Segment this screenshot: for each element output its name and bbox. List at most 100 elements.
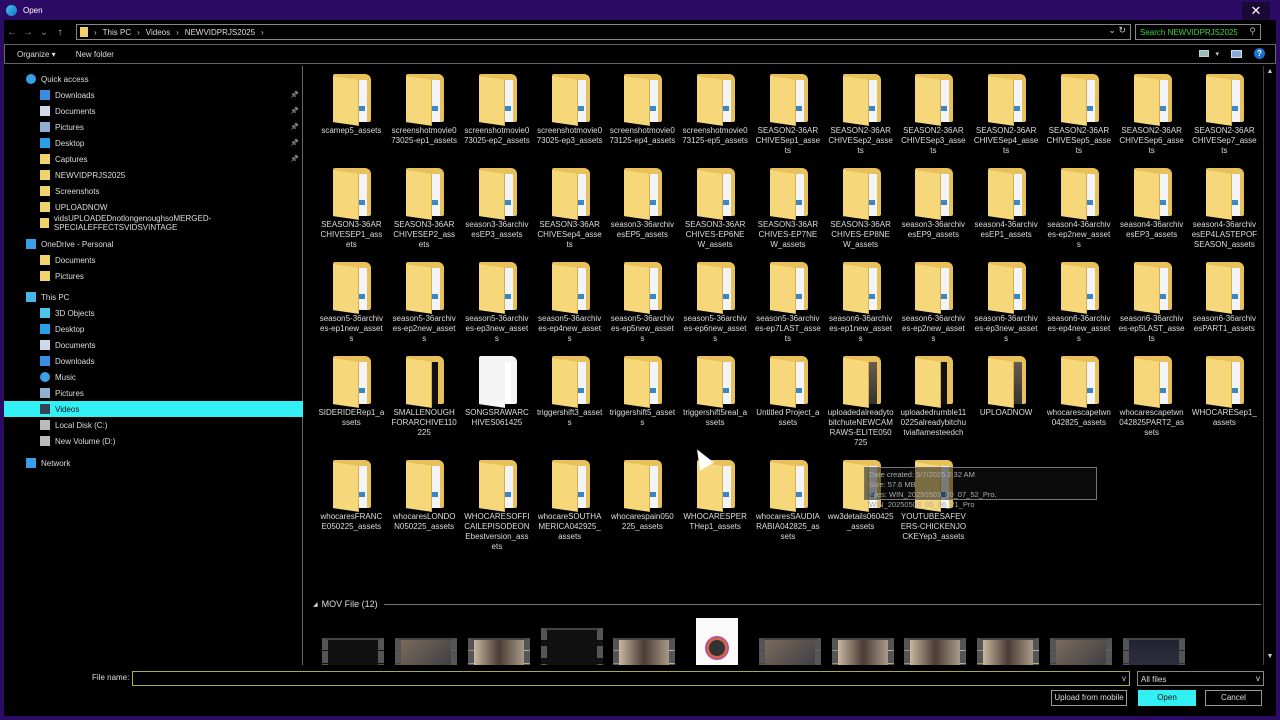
folder-item[interactable]: SEASON2-36ARCHIVESep3_assets <box>897 72 970 166</box>
address-bar[interactable]: › This PC › Videos › NEWVIDPRJS2025 › ⌄ … <box>76 24 1131 40</box>
change-view-icon[interactable] <box>1199 50 1210 57</box>
mov-file-item[interactable] <box>826 618 899 665</box>
sidebar-item-uploadnow[interactable]: UPLOADNOW <box>4 199 303 215</box>
mov-file-item[interactable] <box>681 618 754 665</box>
mov-file-item[interactable] <box>1117 618 1190 665</box>
refresh-button[interactable]: ⌄ ↻ <box>1108 25 1126 36</box>
folder-item[interactable]: season3-36archivesEP9_assets <box>897 166 970 260</box>
pin-icon[interactable]: 📌 <box>290 107 299 115</box>
view-options-chevron-icon[interactable]: ▾ <box>1215 50 1219 58</box>
pin-icon[interactable]: 📌 <box>290 91 299 99</box>
sidebar-item-downloads[interactable]: Downloads <box>4 353 303 369</box>
sidebar-item-captures[interactable]: Captures 📌 <box>4 151 303 167</box>
sidebar-item-music[interactable]: Music <box>4 369 303 385</box>
folder-item[interactable]: whocaresSAUDIARABIA042825_assets <box>752 458 825 562</box>
sidebar-item-pictures[interactable]: Pictures <box>4 385 303 401</box>
breadcrumb-videos[interactable]: Videos <box>146 28 170 37</box>
folder-item[interactable]: uploadedrumble110225alreadybitchutviafla… <box>897 354 970 458</box>
folder-item[interactable]: screenshotmovie073025-ep1_assets <box>388 72 461 166</box>
sidebar-item-new-volume-d[interactable]: New Volume (D:) <box>4 433 303 449</box>
folder-item[interactable]: WHOCARESPERTHep1_assets <box>679 458 752 562</box>
folder-item[interactable]: screenshotmovie073125-ep4_assets <box>606 72 679 166</box>
up-button[interactable]: ↑ <box>52 27 68 38</box>
file-name-dropdown-icon[interactable]: v <box>1118 671 1130 686</box>
folder-item[interactable]: SEASON3-36ARCHIVES-EP8NEW_assets <box>824 166 897 260</box>
back-button[interactable]: ← <box>4 27 20 38</box>
folder-item[interactable]: SONGSRAWARCHIVES061425 <box>461 354 534 458</box>
sidebar-item-desktop[interactable]: Desktop <box>4 321 303 337</box>
sidebar-item-videos[interactable]: Videos <box>4 401 303 417</box>
sidebar-item-documents[interactable]: Documents <box>4 337 303 353</box>
scroll-down-icon[interactable]: ▼ <box>1265 653 1275 663</box>
mov-file-item[interactable] <box>899 618 972 665</box>
file-type-select[interactable]: All files v <box>1137 671 1264 686</box>
folder-item[interactable]: season4-36archivesEP3_assets <box>1115 166 1188 260</box>
mov-file-item[interactable] <box>463 618 536 665</box>
pin-icon[interactable]: 📌 <box>290 139 299 147</box>
organize-button[interactable]: Organize ▾ <box>17 50 56 59</box>
collapse-icon[interactable]: ◢ <box>313 601 318 608</box>
breadcrumb-newvidprjs2025[interactable]: NEWVIDPRJS2025 <box>185 28 255 37</box>
mov-file-item[interactable] <box>972 618 1045 665</box>
sidebar-item-local-disk-c[interactable]: Local Disk (C:) <box>4 417 303 433</box>
pin-icon[interactable]: 📌 <box>290 155 299 163</box>
folder-item[interactable]: UPLOADNOW <box>970 354 1043 458</box>
forward-button[interactable]: → <box>20 27 36 38</box>
folder-item[interactable]: SEASON3-36ARCHIVESEP1_assets <box>315 166 388 260</box>
sidebar-item-quick-access[interactable]: Quick access <box>4 71 303 87</box>
folder-item[interactable]: whocarescapetwn042825PART2_assets <box>1115 354 1188 458</box>
folder-item[interactable]: whocaresFRANCE050225_assets <box>315 458 388 562</box>
folder-item[interactable]: whocareSOUTHAMERICA042925_assets <box>533 458 606 562</box>
folder-item[interactable]: SEASON3-36ARCHIVES-EP6NEW_assets <box>679 166 752 260</box>
file-name-input[interactable] <box>132 671 1130 686</box>
search-input[interactable]: Search NEWVIDPRJS2025 ⚲ <box>1135 24 1261 40</box>
folder-item[interactable]: season6-36archives-ep2new_assets <box>897 260 970 354</box>
folder-item[interactable]: WHOCARESOFFICAILEPISODEONEbestversion_as… <box>461 458 534 562</box>
folder-item[interactable]: season4-36archivesEP1_assets <box>970 166 1043 260</box>
close-button[interactable]: ✕ <box>1242 2 1270 20</box>
folder-item[interactable]: SEASON3-36ARCHIVESEP2_assets <box>388 166 461 260</box>
breadcrumb-this-pc[interactable]: This PC <box>103 28 131 37</box>
cancel-button[interactable]: Cancel <box>1205 690 1262 706</box>
folder-item[interactable]: whocarescapetwn042825_assets <box>1043 354 1116 458</box>
folder-item[interactable]: season5-36archives-ep4new_assets <box>533 260 606 354</box>
folder-item[interactable]: season6-36archivesPART1_assets <box>1188 260 1261 354</box>
folder-item[interactable]: season5-36archives-ep3new_assets <box>461 260 534 354</box>
sidebar-item-this-pc[interactable]: This PC <box>4 289 303 305</box>
folder-item[interactable]: screenshotmovie073125-ep5_assets <box>679 72 752 166</box>
folder-item[interactable]: scamep5_assets <box>315 72 388 166</box>
folder-item[interactable]: season5-36archives-ep7LAST_assets <box>752 260 825 354</box>
open-button[interactable]: Open <box>1138 690 1196 706</box>
folder-item[interactable]: season3-36archivesEP3_assets <box>461 166 534 260</box>
folder-item[interactable]: season5-36archives-ep1new_assets <box>315 260 388 354</box>
folder-item[interactable]: season4-36archivesEP4LASTEPOFSEASON_asse… <box>1188 166 1261 260</box>
mov-file-item[interactable] <box>390 618 463 665</box>
folder-item[interactable]: SEASON2-36ARCHIVESep2_assets <box>824 72 897 166</box>
new-folder-button[interactable]: New folder <box>76 50 114 59</box>
folder-item[interactable]: SEASON2-36ARCHIVESep6_assets <box>1115 72 1188 166</box>
folder-item[interactable]: triggershift5_assets <box>606 354 679 458</box>
sidebar-item-network[interactable]: Network <box>4 455 303 471</box>
folder-item[interactable]: season5-36archives-ep2new_assets <box>388 260 461 354</box>
sidebar-item-pictures[interactable]: Pictures 📌 <box>4 119 303 135</box>
folder-item[interactable]: SEASON3-36ARCHIVESep4_assets <box>533 166 606 260</box>
folder-item[interactable]: WHOCARESep1_assets <box>1188 354 1261 458</box>
vertical-scrollbar[interactable]: ▲ ▼ <box>1263 66 1275 665</box>
mov-file-item[interactable] <box>754 618 827 665</box>
folder-item[interactable]: season6-36archives-ep5LAST_assets <box>1115 260 1188 354</box>
sidebar-item-vidsuploadednotlongenoughsomerged-specialeffectsvidsvintage[interactable]: vidsUPLOADEDnotlongenoughsoMERGED-SPECIA… <box>4 214 303 232</box>
folder-item[interactable]: season6-36archives-ep1new_assets <box>824 260 897 354</box>
mov-file-item[interactable] <box>1045 618 1118 665</box>
folder-item[interactable]: SIDERIDERep1_assets <box>315 354 388 458</box>
folder-item[interactable]: uploadedalreadytobitchuteNEWCAMRAWS-ELIT… <box>824 354 897 458</box>
folder-item[interactable]: SEASON3-36ARCHIVES-EP7NEW_assets <box>752 166 825 260</box>
sidebar-item-documents[interactable]: Documents <box>4 252 303 268</box>
folder-item[interactable]: whocarespain050225_assets <box>606 458 679 562</box>
folder-item[interactable]: screenshotmovie073025-ep3_assets <box>533 72 606 166</box>
folder-item[interactable]: season6-36archives-ep3new_assets <box>970 260 1043 354</box>
folder-item[interactable]: season5-36archives-ep6new_assets <box>679 260 752 354</box>
folder-item[interactable]: SEASON2-36ARCHIVESep4_assets <box>970 72 1043 166</box>
mov-file-group-header[interactable]: ◢ MOV File (12) <box>313 599 1261 609</box>
sidebar-item-pictures[interactable]: Pictures <box>4 268 303 284</box>
sidebar-item-onedrive-personal[interactable]: OneDrive - Personal <box>4 236 303 252</box>
